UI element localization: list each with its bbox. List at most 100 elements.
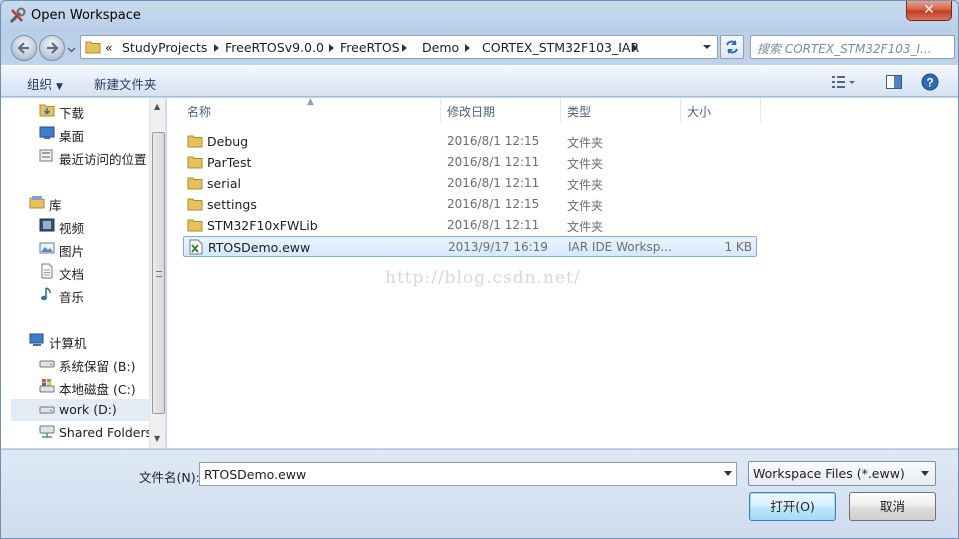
nav-item-downloads[interactable]: 下载 xyxy=(39,100,149,122)
navigation-pane: 下载 桌面 最近访问的位置 库 视频 图片 文档 音乐 计算机 系统保留 (B:… xyxy=(1,98,166,448)
nav-label: Shared Folders xyxy=(59,425,153,440)
address-bar[interactable]: « StudyProjects FreeRTOSv9.0.0 FreeRTOS … xyxy=(80,35,718,59)
file-row-partest[interactable]: ParTest 2016/8/1 12:11 文件夹 xyxy=(183,152,757,173)
breadcrumb-item[interactable]: StudyProjects xyxy=(122,40,207,55)
back-button[interactable] xyxy=(11,35,37,61)
file-type: 文件夹 xyxy=(567,178,604,192)
folder-icon xyxy=(187,156,203,169)
scroll-up-icon[interactable]: ▲ xyxy=(154,102,160,111)
column-divider[interactable] xyxy=(760,98,761,122)
preview-pane-icon[interactable] xyxy=(885,73,903,91)
recent-locations-dropdown[interactable] xyxy=(67,45,76,54)
window-title: Open Workspace xyxy=(31,8,141,23)
nav-label: 库 xyxy=(49,198,62,213)
address-dropdown-icon[interactable] xyxy=(697,36,717,58)
breadcrumb-item[interactable]: CORTEX_STM32F103_IAR xyxy=(482,40,639,55)
file-row-debug[interactable]: Debug 2016/8/1 12:15 文件夹 xyxy=(183,131,757,152)
breadcrumb-separator-icon[interactable] xyxy=(464,44,471,52)
navigation-row: « StudyProjects FreeRTOSv9.0.0 FreeRTOS … xyxy=(1,31,958,63)
libraries-icon xyxy=(29,196,45,209)
breadcrumb-separator-icon[interactable] xyxy=(632,44,639,52)
file-date: 2016/8/1 12:11 xyxy=(447,218,540,232)
nav-label: 文档 xyxy=(59,267,85,282)
breadcrumb-separator-icon[interactable] xyxy=(328,44,335,52)
breadcrumb-item[interactable]: FreeRTOS xyxy=(340,40,400,55)
file-row-settings[interactable]: settings 2016/8/1 12:15 文件夹 xyxy=(183,194,757,215)
nav-item-videos[interactable]: 视频 xyxy=(39,215,149,237)
file-name: ParTest xyxy=(207,155,252,170)
nav-item-shared-folders[interactable]: Shared Folders xyxy=(39,422,153,444)
nav-label: 桌面 xyxy=(59,129,85,144)
scroll-down-icon[interactable]: ▼ xyxy=(154,434,160,443)
nav-label: 计算机 xyxy=(49,336,87,351)
chevron-down-icon[interactable] xyxy=(724,471,732,477)
nav-item-drive-c[interactable]: 本地磁盘 (C:) xyxy=(39,376,149,398)
cancel-button[interactable]: 取消 xyxy=(849,492,936,521)
grip-icon xyxy=(156,271,162,277)
open-button[interactable]: 打开(O) xyxy=(749,492,836,521)
file-name: STM32F10xFWLib xyxy=(207,218,318,233)
breadcrumb-item[interactable]: FreeRTOSv9.0.0 xyxy=(225,40,324,55)
column-header-name[interactable]: 名称 xyxy=(187,103,211,120)
file-row-rtosdemo-eww[interactable]: RTOSDemo.eww 2013/9/17 16:19 IAR IDE Wor… xyxy=(183,236,757,257)
column-header-type[interactable]: 类型 xyxy=(567,103,591,120)
nav-item-libraries[interactable]: 库 xyxy=(29,192,149,214)
file-name: Debug xyxy=(207,134,249,149)
file-type: 文件夹 xyxy=(567,157,604,171)
file-type: 文件夹 xyxy=(567,220,604,234)
nav-item-music[interactable]: 音乐 xyxy=(39,284,149,306)
nav-item-desktop[interactable]: 桌面 xyxy=(39,123,149,145)
file-list: ▲ 名称 修改日期 类型 大小 Debug 2016/8/1 12:15 文件夹… xyxy=(167,97,958,448)
desktop-icon xyxy=(39,126,55,139)
recent-places-icon xyxy=(39,149,53,162)
scrollbar-thumb[interactable] xyxy=(152,132,165,414)
file-row-stm32f10xfwlib[interactable]: STM32F10xFWLib 2016/8/1 12:11 文件夹 xyxy=(183,215,757,236)
file-name: RTOSDemo.eww xyxy=(208,240,311,255)
svg-text:?: ? xyxy=(926,76,933,90)
column-header-date[interactable]: 修改日期 xyxy=(447,103,495,120)
breadcrumb-item[interactable]: Demo xyxy=(422,40,459,55)
filename-label: 文件名(N): xyxy=(139,470,200,485)
open-workspace-dialog: Open Workspace ✕ « StudyProjects FreeRTO… xyxy=(0,0,959,539)
column-header-size[interactable]: 大小 xyxy=(687,103,711,120)
nav-item-drive-b[interactable]: 系统保留 (B:) xyxy=(39,353,149,375)
nav-item-pictures[interactable]: 图片 xyxy=(39,238,149,260)
nav-pane-scrollbar[interactable]: ▲ ▼ xyxy=(149,98,165,448)
nav-item-documents[interactable]: 文档 xyxy=(39,261,149,283)
folder-icon xyxy=(187,219,203,232)
nav-item-recent-places[interactable]: 最近访问的位置 xyxy=(39,146,149,168)
new-folder-button[interactable]: 新建文件夹 xyxy=(94,74,157,93)
column-divider[interactable] xyxy=(440,98,441,122)
file-name: serial xyxy=(207,176,241,191)
refresh-button[interactable] xyxy=(720,35,744,59)
filter-value: Workspace Files (*.eww) xyxy=(753,466,905,481)
back-arrow-icon xyxy=(17,42,29,54)
refresh-icon xyxy=(726,40,738,54)
folder-icon xyxy=(85,41,101,54)
column-divider[interactable] xyxy=(560,98,561,122)
file-type: 文件夹 xyxy=(567,199,604,213)
command-toolbar: 组织 ▼ 新建文件夹 ? xyxy=(1,65,958,97)
view-options-icon[interactable] xyxy=(830,73,856,91)
nav-label: work (D:) xyxy=(59,402,117,417)
dialog-footer: 文件名(N): RTOSDemo.eww Workspace Files (*.… xyxy=(1,449,958,538)
help-icon[interactable]: ? xyxy=(921,73,939,91)
nav-item-computer[interactable]: 计算机 xyxy=(29,330,149,352)
column-divider[interactable] xyxy=(680,98,681,122)
breadcrumb-separator-icon[interactable] xyxy=(401,44,408,52)
nav-item-drive-d[interactable]: work (D:) xyxy=(11,399,149,421)
breadcrumb-separator-icon[interactable] xyxy=(213,44,220,52)
organize-button[interactable]: 组织 ▼ xyxy=(27,74,63,93)
nav-label: 视频 xyxy=(59,221,85,236)
file-row-serial[interactable]: serial 2016/8/1 12:11 文件夹 xyxy=(183,173,757,194)
file-type: 文件夹 xyxy=(567,136,604,150)
search-input[interactable]: 搜索 CORTEX_STM32F103_I... xyxy=(750,35,955,59)
folder-icon xyxy=(187,177,203,190)
title-bar[interactable]: Open Workspace ✕ xyxy=(1,1,958,31)
file-type-filter-select[interactable]: Workspace Files (*.eww) xyxy=(748,461,936,486)
close-button[interactable]: ✕ xyxy=(906,1,952,21)
forward-button[interactable] xyxy=(39,35,65,61)
breadcrumb-overflow[interactable]: « xyxy=(105,40,113,55)
filename-input[interactable]: RTOSDemo.eww xyxy=(199,462,737,486)
file-type: IAR IDE Worksp... xyxy=(568,240,672,254)
